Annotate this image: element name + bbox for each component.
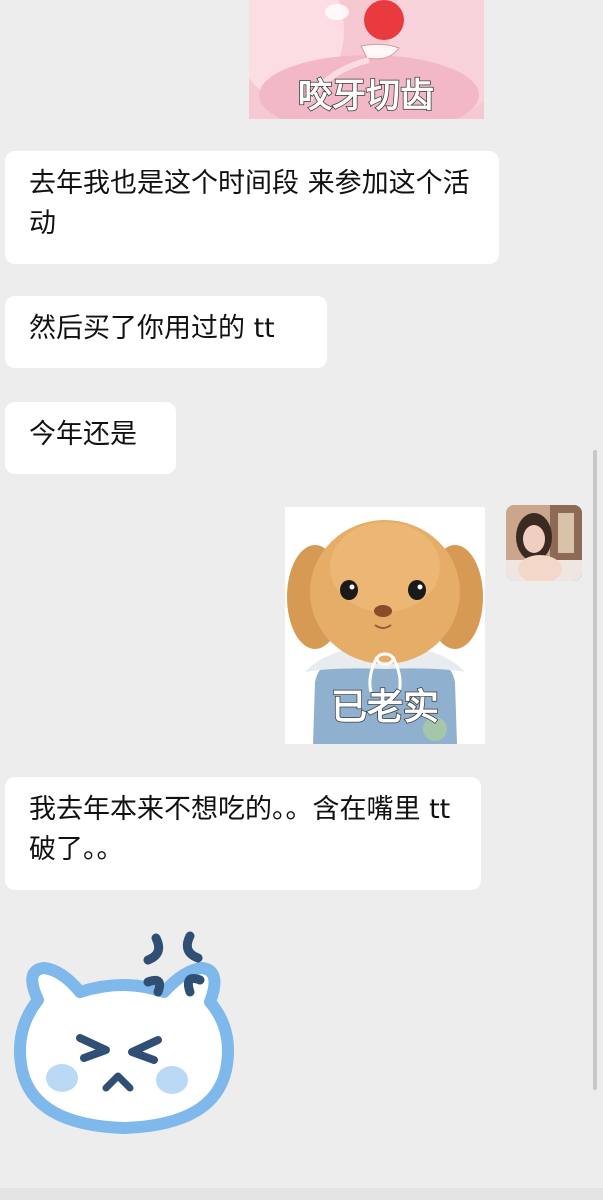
chat-view[interactable]: 咬牙切齿 去年我也是这个时间段 来参加这个活动 然后买了你用过的 tt 今年还是 xyxy=(0,0,603,1200)
input-area-edge xyxy=(0,1188,603,1200)
message-bubble[interactable]: 我去年本来不想吃的。。含在嘴里 tt 破了。。 xyxy=(5,777,481,890)
avatar[interactable] xyxy=(506,505,582,581)
sticker-angry-cat[interactable] xyxy=(14,930,236,1135)
scrollbar[interactable] xyxy=(593,450,597,1090)
message-bubble[interactable]: 今年还是 xyxy=(5,402,176,474)
angry-cat-icon xyxy=(14,931,234,1134)
message-text: 然后买了你用过的 tt xyxy=(29,313,275,344)
avatar-photo-icon xyxy=(506,505,582,581)
sticker-caption: 已老实 xyxy=(331,687,439,728)
message-bubble[interactable]: 然后买了你用过的 tt xyxy=(5,296,327,368)
message-text: 去年我也是这个时间段 来参加这个活动 xyxy=(29,168,470,239)
plush-puppy-icon: 已老实 xyxy=(285,507,485,744)
pink-plush-icon: 咬牙切齿 xyxy=(249,0,484,119)
sticker-caption: 咬牙切齿 xyxy=(298,76,434,116)
sticker-teeth-gritting[interactable]: 咬牙切齿 xyxy=(249,0,484,119)
message-text: 我去年本来不想吃的。。含在嘴里 tt 破了。。 xyxy=(29,794,451,865)
sticker-behaving[interactable]: 已老实 xyxy=(285,507,485,744)
message-bubble[interactable]: 去年我也是这个时间段 来参加这个活动 xyxy=(5,151,499,264)
message-text: 今年还是 xyxy=(29,419,137,450)
